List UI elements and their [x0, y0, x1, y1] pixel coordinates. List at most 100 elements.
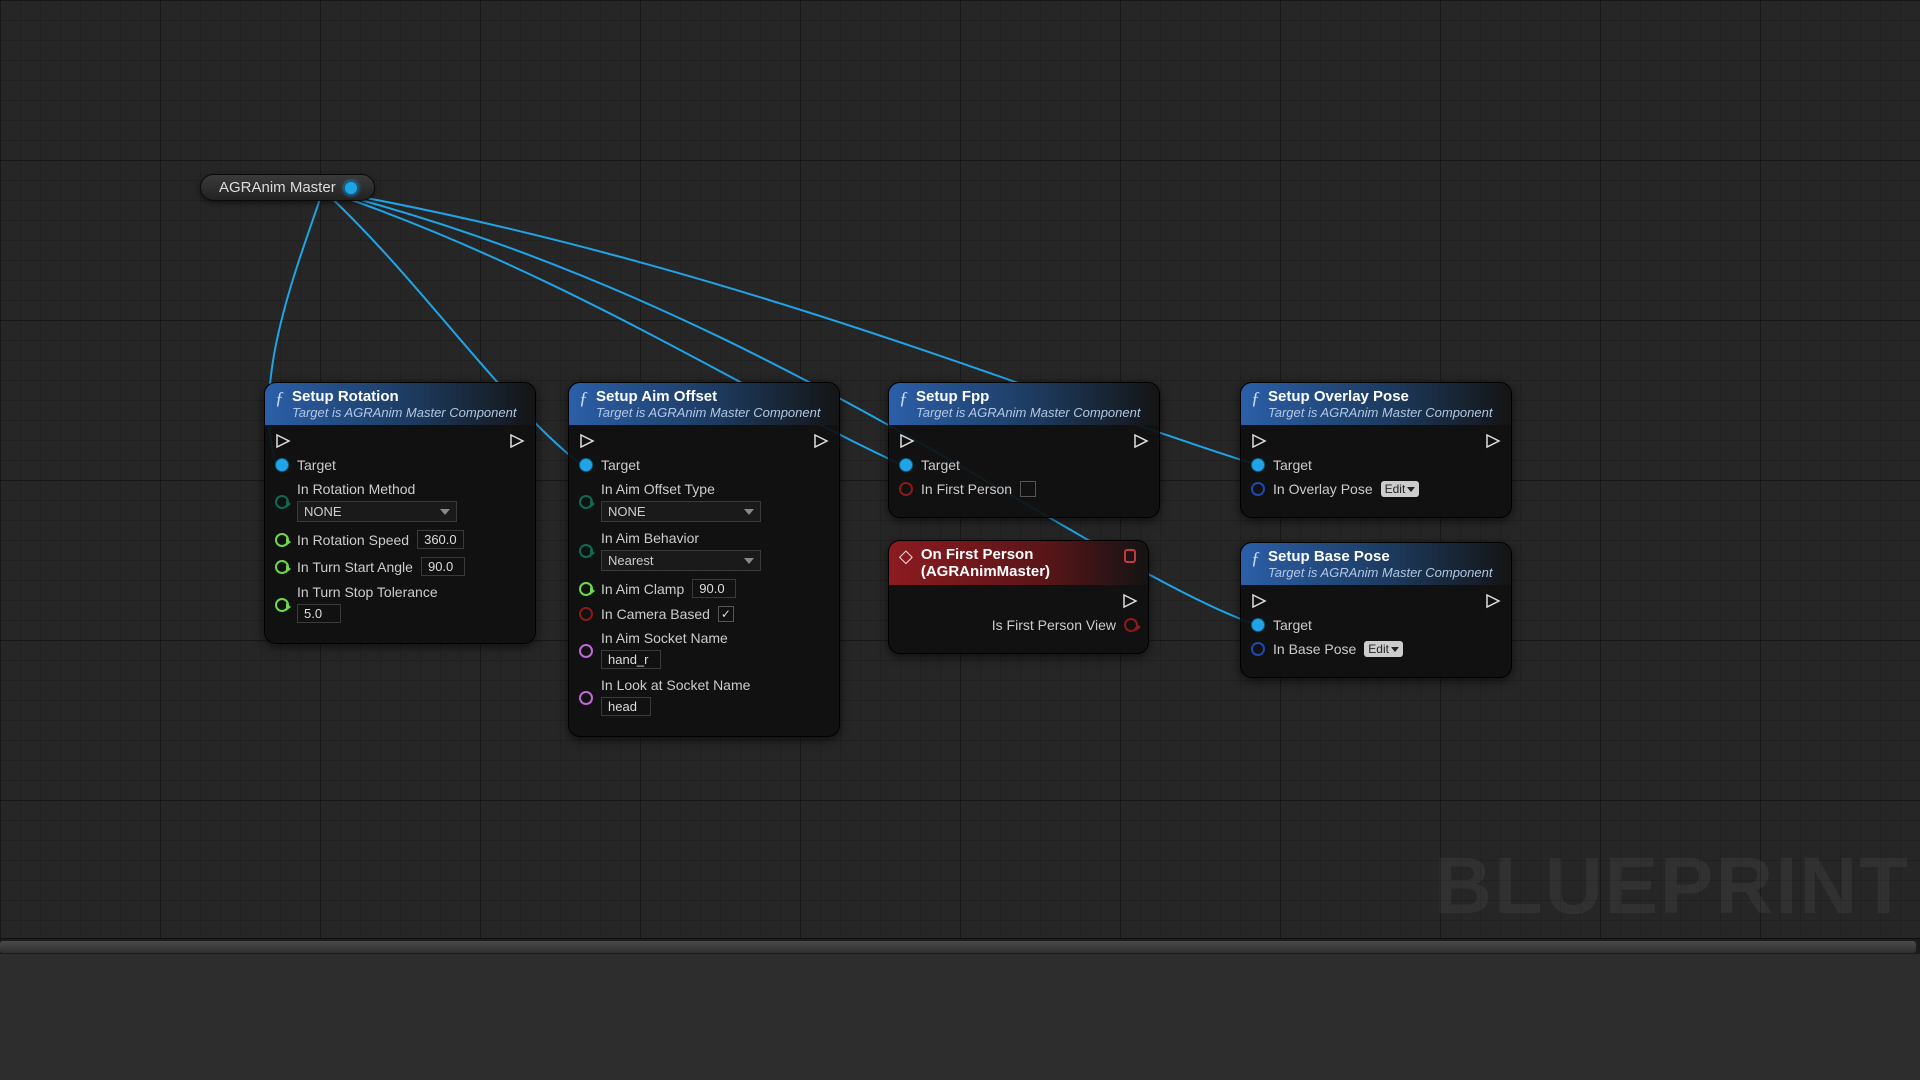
aim-behavior-pin[interactable]	[579, 544, 593, 558]
exec-output-pin[interactable]	[1485, 433, 1501, 449]
function-icon: ƒ	[899, 389, 908, 407]
aim-offset-type-pin[interactable]	[579, 495, 593, 509]
aim-socket-input[interactable]: hand_r	[601, 650, 661, 669]
exec-output-pin[interactable]	[1133, 433, 1149, 449]
pin-label: In Aim Behavior	[601, 530, 761, 546]
function-icon: ƒ	[275, 389, 284, 407]
node-title: Setup Aim Offset	[596, 388, 820, 405]
overlay-pose-edit-button[interactable]: Edit	[1381, 481, 1420, 497]
aim-clamp-input[interactable]: 90.0	[692, 579, 736, 598]
base-pose-edit-button[interactable]: Edit	[1364, 641, 1403, 657]
node-setup-fpp[interactable]: ƒ Setup Fpp Target is AGRAnim Master Com…	[888, 382, 1160, 518]
node-subtitle: Target is AGRAnim Master Component	[1268, 565, 1492, 580]
target-pin[interactable]	[579, 458, 593, 472]
horizontal-scrollbar[interactable]	[0, 938, 1920, 954]
rotation-speed-input[interactable]: 360.0	[417, 530, 464, 549]
node-header[interactable]: ƒ Setup Rotation Target is AGRAnim Maste…	[265, 383, 535, 425]
function-icon: ƒ	[579, 389, 588, 407]
aim-socket-pin[interactable]	[579, 644, 593, 658]
pin-label: In Rotation Method	[297, 481, 457, 497]
variable-node-title: AGRAnim Master	[219, 179, 336, 196]
aim-behavior-select[interactable]: Nearest	[601, 550, 761, 571]
exec-input-pin[interactable]	[1251, 593, 1267, 609]
pin-label: In Aim Socket Name	[601, 630, 728, 646]
node-subtitle: Target is AGRAnim Master Component	[1268, 405, 1492, 420]
blueprint-canvas[interactable]: AGRAnim Master ƒ Setup Rotation Target i…	[0, 0, 1920, 938]
aim-clamp-pin[interactable]	[579, 582, 593, 596]
pin-label: In Base Pose	[1273, 641, 1356, 657]
exec-output-pin[interactable]	[1122, 593, 1138, 609]
is-first-person-view-pin[interactable]	[1124, 618, 1138, 632]
node-title: Setup Rotation	[292, 388, 516, 405]
pin-label: In Aim Offset Type	[601, 481, 761, 497]
target-pin[interactable]	[1251, 458, 1265, 472]
node-subtitle: Target is AGRAnim Master Component	[292, 405, 516, 420]
node-setup-aim-offset[interactable]: ƒ Setup Aim Offset Target is AGRAnim Mas…	[568, 382, 840, 737]
camera-based-checkbox[interactable]: ✓	[718, 606, 734, 622]
function-icon: ƒ	[1251, 389, 1260, 407]
turn-start-angle-input[interactable]: 90.0	[421, 557, 465, 576]
look-at-socket-input[interactable]: head	[601, 697, 651, 716]
pin-label: In Turn Stop Tolerance	[297, 584, 438, 600]
pin-label: Target	[1273, 457, 1312, 473]
node-title: Setup Base Pose	[1268, 548, 1492, 565]
look-at-socket-pin[interactable]	[579, 691, 593, 705]
event-icon: ◇	[899, 547, 913, 565]
turn-stop-tol-pin[interactable]	[275, 598, 289, 612]
node-on-first-person[interactable]: ◇ On First Person (AGRAnimMaster) Is Fir…	[888, 540, 1149, 654]
pin-label: In Turn Start Angle	[297, 559, 413, 575]
camera-based-pin[interactable]	[579, 607, 593, 621]
exec-input-pin[interactable]	[579, 433, 595, 449]
pin-label: Target	[297, 457, 336, 473]
node-setup-overlay-pose[interactable]: ƒ Setup Overlay Pose Target is AGRAnim M…	[1240, 382, 1512, 518]
pin-label: In Overlay Pose	[1273, 481, 1373, 497]
pin-label: In Aim Clamp	[601, 581, 684, 597]
bottom-panel	[0, 954, 1920, 1080]
node-subtitle: Target is AGRAnim Master Component	[596, 405, 820, 420]
rotation-method-select[interactable]: NONE	[297, 501, 457, 522]
node-title: On First Person (AGRAnimMaster)	[921, 546, 1116, 580]
target-pin[interactable]	[899, 458, 913, 472]
exec-output-pin[interactable]	[813, 433, 829, 449]
pin-label: In Look at Socket Name	[601, 677, 750, 693]
node-header[interactable]: ƒ Setup Base Pose Target is AGRAnim Mast…	[1241, 543, 1511, 585]
node-setup-rotation[interactable]: ƒ Setup Rotation Target is AGRAnim Maste…	[264, 382, 536, 644]
node-setup-base-pose[interactable]: ƒ Setup Base Pose Target is AGRAnim Mast…	[1240, 542, 1512, 678]
pin-label: In Rotation Speed	[297, 532, 409, 548]
node-header[interactable]: ƒ Setup Aim Offset Target is AGRAnim Mas…	[569, 383, 839, 425]
scrollbar-thumb[interactable]	[0, 941, 1916, 953]
exec-input-pin[interactable]	[899, 433, 915, 449]
base-pose-pin[interactable]	[1251, 642, 1265, 656]
pin-label: Target	[601, 457, 640, 473]
turn-stop-tol-input[interactable]: 5.0	[297, 604, 341, 623]
node-header[interactable]: ƒ Setup Overlay Pose Target is AGRAnim M…	[1241, 383, 1511, 425]
exec-input-pin[interactable]	[1251, 433, 1267, 449]
exec-output-pin[interactable]	[509, 433, 525, 449]
node-title: Setup Fpp	[916, 388, 1140, 405]
pin-label: In First Person	[921, 481, 1012, 497]
variable-node-agranim-master[interactable]: AGRAnim Master	[200, 174, 375, 201]
target-pin[interactable]	[1251, 618, 1265, 632]
node-subtitle: Target is AGRAnim Master Component	[916, 405, 1140, 420]
object-output-pin[interactable]	[344, 181, 358, 195]
node-header[interactable]: ◇ On First Person (AGRAnimMaster)	[889, 541, 1148, 585]
pin-label: Target	[1273, 617, 1312, 633]
rotation-speed-pin[interactable]	[275, 533, 289, 547]
blueprint-watermark: BLUEPRINT	[1434, 840, 1910, 932]
turn-start-angle-pin[interactable]	[275, 560, 289, 574]
in-first-person-checkbox[interactable]	[1020, 481, 1036, 497]
node-title: Setup Overlay Pose	[1268, 388, 1492, 405]
pin-label: Target	[921, 457, 960, 473]
in-first-person-pin[interactable]	[899, 482, 913, 496]
function-icon: ƒ	[1251, 549, 1260, 567]
node-header[interactable]: ƒ Setup Fpp Target is AGRAnim Master Com…	[889, 383, 1159, 425]
pin-label: In Camera Based	[601, 606, 710, 622]
pin-label: Is First Person View	[992, 617, 1116, 633]
exec-input-pin[interactable]	[275, 433, 291, 449]
exec-output-pin[interactable]	[1485, 593, 1501, 609]
target-pin[interactable]	[275, 458, 289, 472]
aim-offset-type-select[interactable]: NONE	[601, 501, 761, 522]
rotation-method-pin[interactable]	[275, 495, 289, 509]
delegate-output-pin[interactable]	[1124, 549, 1136, 563]
overlay-pose-pin[interactable]	[1251, 482, 1265, 496]
